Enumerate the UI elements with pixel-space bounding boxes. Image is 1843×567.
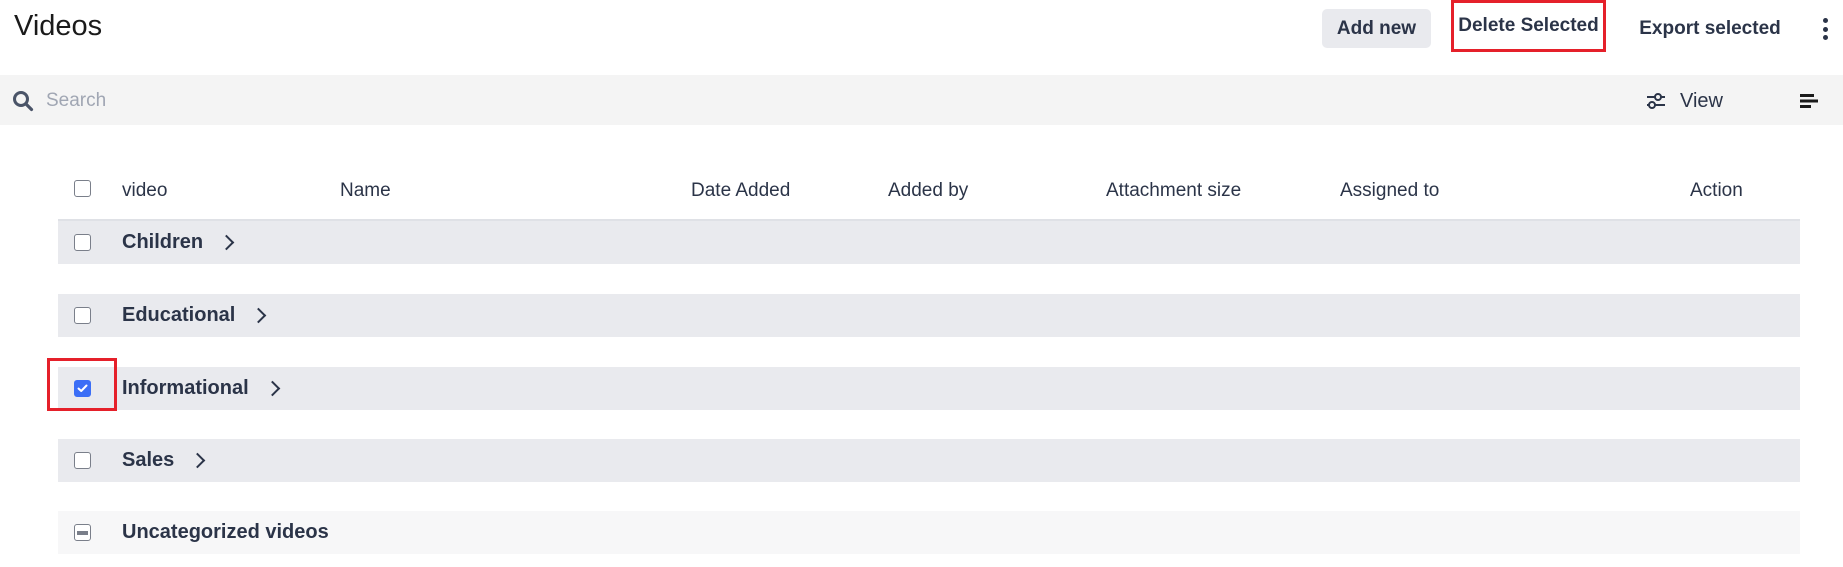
row-checkbox[interactable] <box>74 452 91 469</box>
page-title: Videos <box>14 10 103 42</box>
search-icon <box>13 91 34 112</box>
chevron-right-icon <box>251 307 267 324</box>
search-input[interactable] <box>44 84 648 118</box>
chevron-right-icon <box>264 380 280 397</box>
row-checkbox[interactable] <box>74 234 91 251</box>
table-row[interactable]: Educational <box>58 294 1800 337</box>
table-row[interactable]: Uncategorized videos <box>58 511 1800 554</box>
highlight-box <box>47 358 117 411</box>
column-header-date-added[interactable]: Date Added <box>691 180 790 202</box>
category-label: Children <box>122 231 204 253</box>
category-label: Educational <box>122 304 236 326</box>
chevron-right-icon <box>189 452 206 469</box>
more-options-icon[interactable] <box>1818 14 1832 44</box>
category-label: Sales <box>122 449 175 471</box>
column-header-name[interactable]: Name <box>340 180 391 202</box>
column-header-attachment-size[interactable]: Attachment size <box>1106 180 1241 202</box>
add-new-button[interactable]: Add new <box>1322 9 1431 48</box>
column-header-video[interactable]: video <box>122 180 167 202</box>
category-toggle[interactable]: Children <box>122 231 235 254</box>
delete-selected-button[interactable]: Delete Selected <box>1451 0 1606 52</box>
table-row[interactable]: Sales <box>58 439 1800 482</box>
row-checkbox[interactable] <box>74 524 91 541</box>
row-checkbox[interactable] <box>74 307 91 324</box>
category-label: Uncategorized videos <box>122 521 329 543</box>
view-button[interactable]: View <box>1646 86 1723 116</box>
category-label: Informational <box>122 377 249 399</box>
view-label: View <box>1680 89 1723 112</box>
select-all-checkbox[interactable] <box>74 180 91 197</box>
chevron-right-icon <box>218 234 235 251</box>
column-header-added-by[interactable]: Added by <box>888 180 968 202</box>
sort-lines-icon[interactable] <box>1800 93 1818 109</box>
category-toggle[interactable]: Sales <box>122 449 206 472</box>
export-selected-button[interactable]: Export selected <box>1630 9 1790 48</box>
category-toggle[interactable]: Informational <box>122 377 280 400</box>
column-header-assigned-to[interactable]: Assigned to <box>1340 180 1439 202</box>
table-row[interactable]: Children <box>58 221 1800 264</box>
column-header-action: Action <box>1690 180 1743 201</box>
category-label-wrapper: Uncategorized videos <box>122 521 329 544</box>
table-row[interactable]: Informational <box>58 367 1800 410</box>
sliders-icon <box>1647 93 1665 109</box>
category-toggle[interactable]: Educational <box>122 304 267 327</box>
